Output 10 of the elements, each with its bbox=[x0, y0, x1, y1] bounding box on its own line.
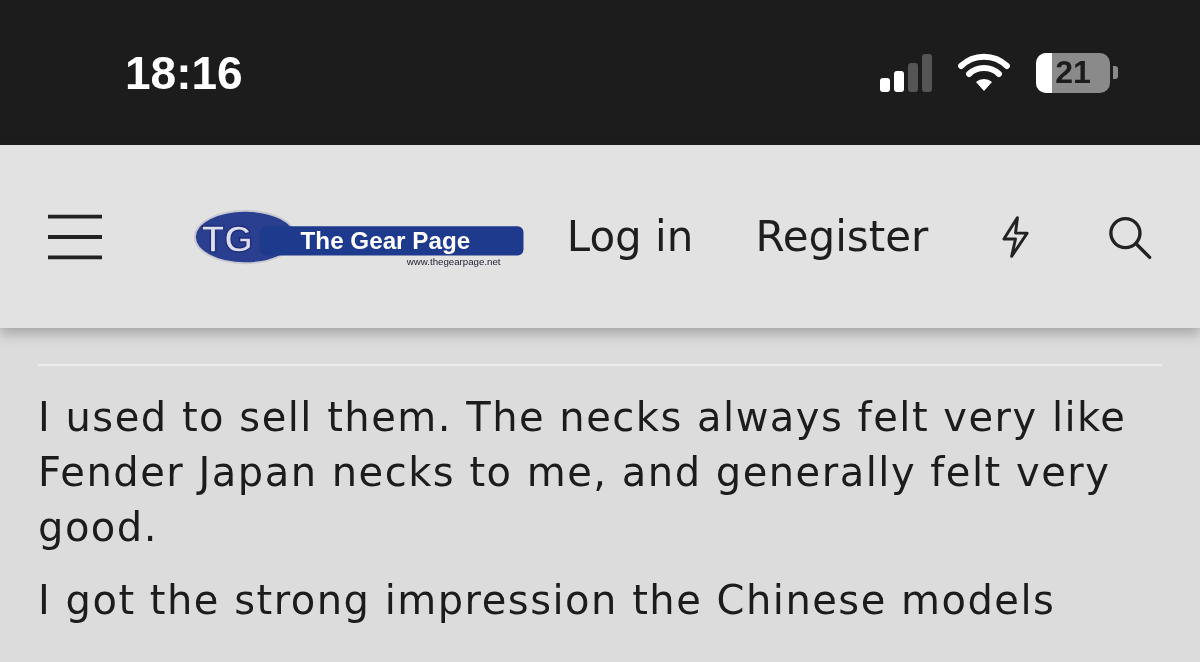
wifi-icon bbox=[958, 52, 1010, 93]
menu-icon[interactable] bbox=[48, 213, 103, 260]
signal-icon bbox=[880, 53, 932, 92]
lightning-icon[interactable] bbox=[1000, 214, 1030, 259]
post-paragraph: I got the strong impression the Chinese models bbox=[38, 576, 1057, 625]
login-link[interactable]: Log in bbox=[566, 212, 694, 261]
clock-time: 18:16 bbox=[125, 45, 244, 100]
post-paragraph: I used to sell them. The necks always felt very like Fender Japan necks to me, and generally felt very good. bbox=[38, 393, 1128, 552]
register-link[interactable]: Register bbox=[755, 212, 929, 261]
site-logo[interactable]: TG The Gear Page www.thegearpage.net bbox=[192, 206, 525, 267]
